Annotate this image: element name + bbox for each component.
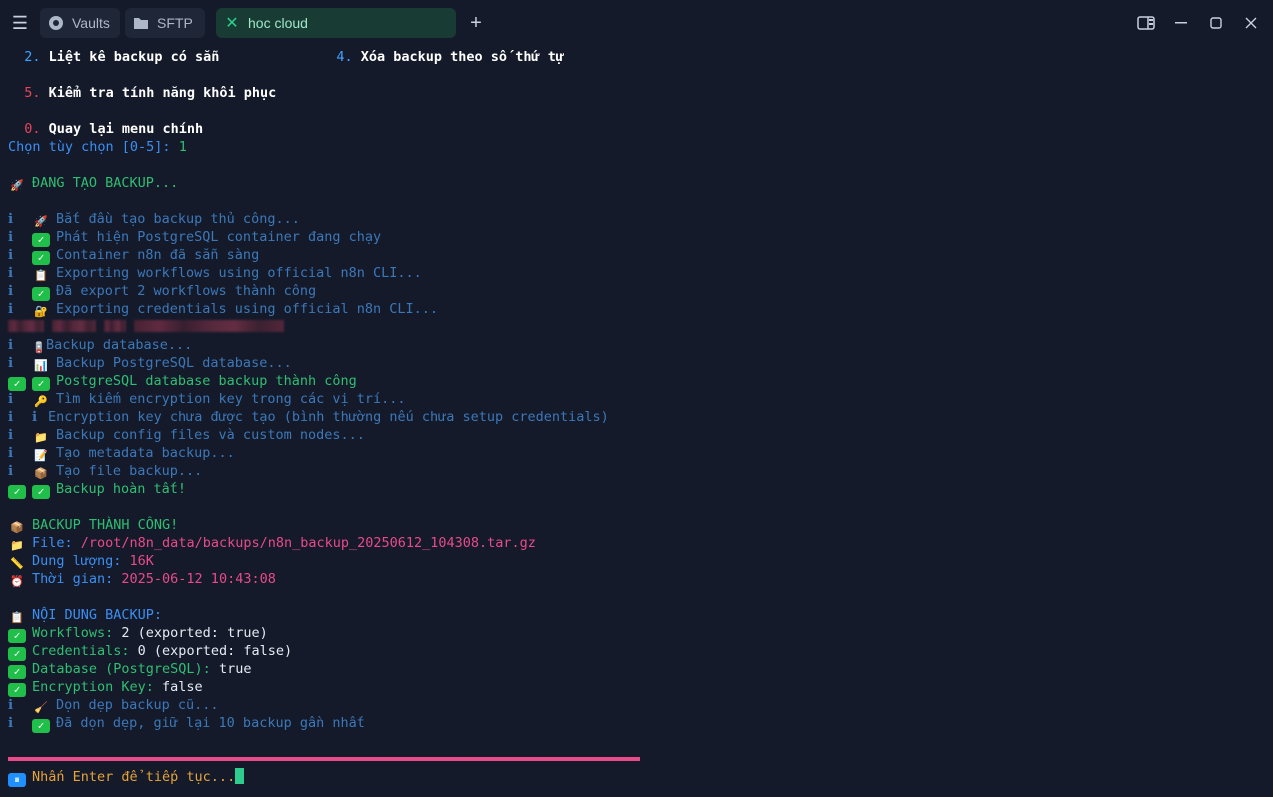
log-line: ✓ ✓ PostgreSQL database backup thành công <box>8 372 1258 391</box>
continue-prompt: ⏸ Nhấn Enter để tiếp tục... <box>8 768 245 787</box>
hamburger-menu-icon[interactable]: ☰ <box>10 13 30 33</box>
split-view-icon[interactable] <box>1135 13 1157 33</box>
menu-row-0: 0. Quay lại menu chính <box>24 121 204 137</box>
tab-label: hoc cloud <box>248 15 308 31</box>
checkmark-icon: ✓ <box>8 377 26 391</box>
new-tab-plus-icon[interactable]: + <box>466 11 486 35</box>
checkmark-icon: ✓ <box>32 287 50 301</box>
checkmark-icon: ✓ <box>32 485 50 499</box>
tab-label: Vaults <box>72 15 110 31</box>
close-window-icon[interactable] <box>1240 13 1262 33</box>
tab-hoc-cloud[interactable]: ✕ hoc cloud <box>216 8 456 38</box>
prompt-line: Chọn tùy chọn [0-5]: 1 <box>8 139 187 155</box>
vault-icon <box>48 15 64 31</box>
content-title: 📋 NỘI DUNG BACKUP: <box>8 606 1258 624</box>
alarm-clock-icon: ⏰ <box>10 575 24 588</box>
redacted-line <box>8 318 1258 336</box>
checkmark-icon: ✓ <box>8 647 26 661</box>
checkmark-icon: ✓ <box>8 683 26 697</box>
pause-icon: ⏸ <box>8 773 26 787</box>
log-line: ℹ 📊 Backup PostgreSQL database... <box>8 355 292 372</box>
size-line: 📏 Dung lượng: 16K <box>8 552 1258 570</box>
menu-row-5: 5. Kiểm tra tính năng khôi phục <box>24 85 277 101</box>
content-database: ✓ Database (PostgreSQL): true <box>8 660 1258 679</box>
bar-chart-icon: 📊 <box>34 359 48 372</box>
log-line: ✓ ✓ Backup hoàn tất! <box>8 480 1258 499</box>
terminal-output[interactable]: 2. Liệt kê backup có sẵn 4. Xóa backup th… <box>8 48 1258 733</box>
info-icon: ℹ <box>32 409 38 425</box>
memo-icon: 📝 <box>34 449 48 462</box>
success-title: 📦 BACKUP THÀNH CÔNG! <box>8 516 1258 534</box>
log-line: ℹ ✓ Đã dọn dẹp, giữ lại 10 backup gần nhất <box>8 715 365 733</box>
text-cursor <box>235 768 245 784</box>
checkmark-icon: ✓ <box>8 665 26 679</box>
file-line: 📁 File: /root/n8n_data/backups/n8n_backup… <box>8 534 1258 552</box>
lock-icon: 🔐 <box>34 305 48 318</box>
key-icon: 🔑 <box>34 395 48 408</box>
broom-icon: 🧹 <box>34 701 48 714</box>
log-line: ℹ 📝 Tạo metadata backup... <box>8 445 235 462</box>
log-line: ℹ 📁 Backup config files và custom nodes... <box>8 427 365 444</box>
content-workflows: ✓ Workflows: 2 (exported: true) <box>8 624 1258 643</box>
close-icon[interactable]: ✕ <box>224 15 240 32</box>
checkmark-icon: ✓ <box>8 485 26 499</box>
checkmark-icon: ✓ <box>32 233 50 247</box>
checkmark-icon: ✓ <box>32 251 50 265</box>
maximize-icon[interactable] <box>1205 13 1227 33</box>
log-line: ℹ 🔑 Tìm kiếm encryption key trong các vị t… <box>8 391 406 408</box>
checkmark-icon: ✓ <box>32 719 50 733</box>
rocket-icon: 🚀 <box>34 215 48 228</box>
folder-icon <box>133 15 149 31</box>
log-line: ℹ 🧹 Dọn dẹp backup cũ... <box>8 697 219 714</box>
log-line: ℹ ℹ Encryption key chưa được tạo (bình thư… <box>8 409 609 425</box>
content-encryption: ✓ Encryption Key: false <box>8 678 1258 697</box>
separator-line <box>8 757 640 761</box>
tab-label: SFTP <box>157 15 193 31</box>
minimize-icon[interactable] <box>1170 13 1192 33</box>
log-line: ℹ 📋 Exporting workflows using official n8n… <box>8 265 422 282</box>
log-line: ℹ 🚀 Bắt đầu tạo backup thủ công... <box>8 211 300 228</box>
checkmark-icon: ✓ <box>32 377 50 391</box>
battery-icon: 🪫 <box>32 341 46 354</box>
log-line: ℹ 🔐 Exporting credentials using official n… <box>8 301 439 318</box>
folder-icon: 📁 <box>34 431 48 444</box>
ruler-icon: 📏 <box>10 557 24 570</box>
clipboard-icon: 📋 <box>10 611 24 624</box>
log-line: ℹ ✓ Phát hiện PostgreSQL container đang ch… <box>8 229 382 247</box>
title-bar: ☰ Vaults SFTP ✕ hoc cloud + <box>0 0 1273 46</box>
creating-header: 🚀 ĐANG TẠO BACKUP... <box>8 174 1258 192</box>
log-line: ℹ 🪫Backup database... <box>8 337 193 354</box>
package-icon: 📦 <box>10 521 24 534</box>
log-line: ℹ ✓ Container n8n đã sẵn sàng <box>8 247 260 265</box>
tab-sftp[interactable]: SFTP <box>125 8 205 38</box>
log-line: ℹ 📦 Tạo file backup... <box>8 463 203 480</box>
rocket-icon: 🚀 <box>10 179 24 192</box>
package-icon: 📦 <box>34 467 48 480</box>
log-line: ℹ ✓ Đã export 2 workflows thành công <box>8 283 317 301</box>
time-line: ⏰ Thời gian: 2025-06-12 10:43:08 <box>8 570 1258 588</box>
folder-icon: 📁 <box>10 539 24 552</box>
clipboard-icon: 📋 <box>34 269 48 282</box>
content-credentials: ✓ Credentials: 0 (exported: false) <box>8 642 1258 661</box>
menu-row-2-4: 2. Liệt kê backup có sẵn 4. Xóa backup th… <box>24 49 564 65</box>
checkmark-icon: ✓ <box>8 629 26 643</box>
tab-vaults[interactable]: Vaults <box>40 8 120 38</box>
